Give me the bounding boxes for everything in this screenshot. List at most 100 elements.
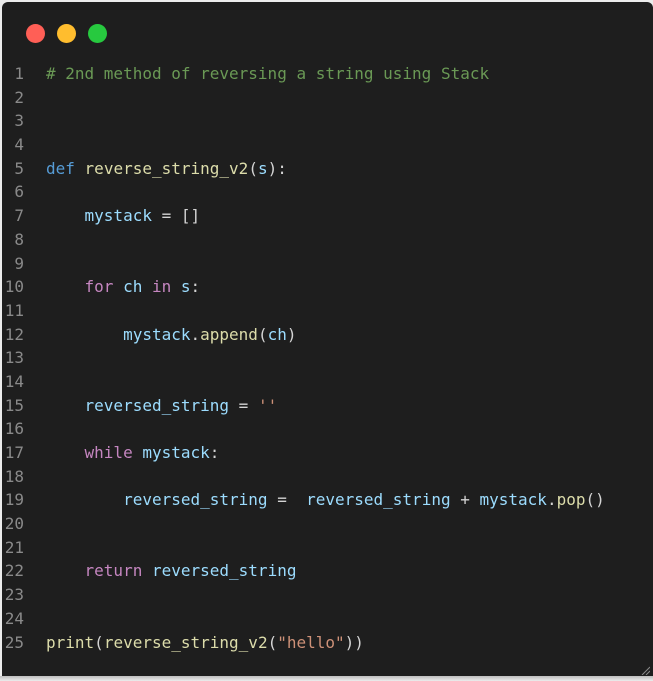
line-number: 12 bbox=[4, 324, 24, 344]
line-number: 14 bbox=[4, 371, 24, 391]
code-line: 3 bbox=[2, 109, 605, 133]
code-line: 7 mystack = [] bbox=[2, 204, 605, 228]
code-line: 17 while mystack: bbox=[2, 441, 605, 465]
line-number: 13 bbox=[4, 348, 24, 368]
window-bottom-edge bbox=[0, 676, 653, 681]
code-token: = bbox=[229, 395, 258, 415]
code-token: : bbox=[209, 443, 220, 462]
code-token: reversed_string bbox=[151, 561, 297, 581]
code-token: ( bbox=[248, 158, 258, 178]
code-text: for ch in s: bbox=[46, 275, 201, 299]
code-line: 20 bbox=[2, 512, 605, 536]
line-number: 24 bbox=[4, 608, 24, 628]
code-token: . bbox=[190, 324, 201, 344]
code-token: + bbox=[450, 490, 480, 510]
line-number: 15 bbox=[4, 395, 24, 415]
line-number: 6 bbox=[14, 182, 24, 202]
code-line: 14 bbox=[2, 370, 605, 394]
code-token: def bbox=[46, 158, 75, 178]
code-line: 8 bbox=[2, 228, 605, 252]
line-number: 22 bbox=[4, 561, 24, 581]
code-token: ( bbox=[267, 632, 278, 652]
code-line: 1 # 2nd method of reversing a string usin… bbox=[2, 62, 605, 86]
code-text: reversed_string = '' bbox=[46, 394, 278, 418]
code-line: 12 mystack.append(ch) bbox=[2, 323, 605, 347]
code-line: 23 bbox=[2, 583, 605, 607]
line-number: 20 bbox=[4, 514, 24, 534]
code-token: reversed_string bbox=[84, 395, 230, 415]
line-number: 16 bbox=[4, 419, 24, 439]
code-token: reverse_string_v2 bbox=[103, 632, 268, 652]
line-number: 7 bbox=[14, 206, 24, 226]
code-token: while bbox=[84, 443, 133, 462]
line-number: 11 bbox=[4, 300, 24, 320]
code-token: reversed_string bbox=[123, 490, 268, 510]
code-token: for bbox=[84, 277, 114, 297]
code-line: 21 bbox=[2, 536, 605, 560]
code-token: print bbox=[46, 632, 95, 652]
code-text: def reverse_string_v2(s): bbox=[46, 157, 287, 181]
line-number: 18 bbox=[4, 466, 24, 486]
code-line: 9 bbox=[2, 252, 605, 276]
code-line: 19 reversed_string = reversed_string + m… bbox=[2, 488, 605, 512]
maximize-dot-icon[interactable] bbox=[88, 24, 107, 43]
code-line: 22 return reversed_string bbox=[2, 559, 605, 583]
code-line: 4 bbox=[2, 133, 605, 157]
line-number: 2 bbox=[14, 87, 24, 107]
code-token: ch bbox=[123, 277, 143, 297]
code-token: s bbox=[180, 277, 191, 297]
line-number: 25 bbox=[4, 632, 24, 652]
line-number: 23 bbox=[4, 585, 24, 605]
code-block: 1 # 2nd method of reversing a string usin… bbox=[2, 62, 605, 654]
line-number: 5 bbox=[14, 158, 24, 178]
close-dot-icon[interactable] bbox=[26, 24, 45, 43]
code-token: "hello" bbox=[277, 632, 345, 652]
code-text: print(reverse_string_v2("hello")) bbox=[46, 631, 364, 655]
code-token: )) bbox=[344, 632, 364, 652]
code-text: while mystack: bbox=[46, 441, 220, 465]
code-line: 6 bbox=[2, 180, 605, 204]
code-token: '' bbox=[257, 395, 278, 415]
code-token: reverse_string_v2 bbox=[84, 158, 249, 178]
code-token: in bbox=[151, 277, 172, 297]
code-text: mystack = [] bbox=[46, 204, 201, 228]
code-token: ) bbox=[286, 324, 297, 344]
resize-grip-icon[interactable] bbox=[640, 665, 650, 675]
code-text: # 2nd method of reversing a string using… bbox=[46, 62, 489, 86]
code-token: . bbox=[546, 490, 557, 510]
code-line: 25 print(reverse_string_v2("hello")) bbox=[2, 631, 605, 655]
line-number: 10 bbox=[4, 277, 24, 297]
line-number: 9 bbox=[14, 253, 24, 273]
line-number: 4 bbox=[14, 135, 24, 155]
code-token: mystack bbox=[142, 443, 210, 462]
code-token: : bbox=[190, 277, 201, 297]
code-line: 13 bbox=[2, 346, 605, 370]
minimize-dot-icon[interactable] bbox=[57, 24, 76, 43]
code-window: 1 # 2nd method of reversing a string usin… bbox=[2, 2, 653, 679]
code-token: pop bbox=[556, 490, 586, 510]
code-line: 5 def reverse_string_v2(s): bbox=[2, 157, 605, 181]
line-number: 21 bbox=[4, 537, 24, 557]
line-number: 8 bbox=[14, 229, 24, 249]
code-token: mystack bbox=[479, 490, 547, 510]
code-token: = [] bbox=[151, 206, 201, 226]
line-number: 17 bbox=[4, 443, 24, 462]
code-text: reversed_string = reversed_string + myst… bbox=[46, 488, 605, 512]
code-token: return bbox=[84, 561, 143, 581]
code-token: reversed_string bbox=[306, 490, 451, 510]
line-number: 1 bbox=[14, 64, 24, 83]
code-line: 2 bbox=[2, 86, 605, 110]
code-token: s bbox=[257, 158, 268, 178]
